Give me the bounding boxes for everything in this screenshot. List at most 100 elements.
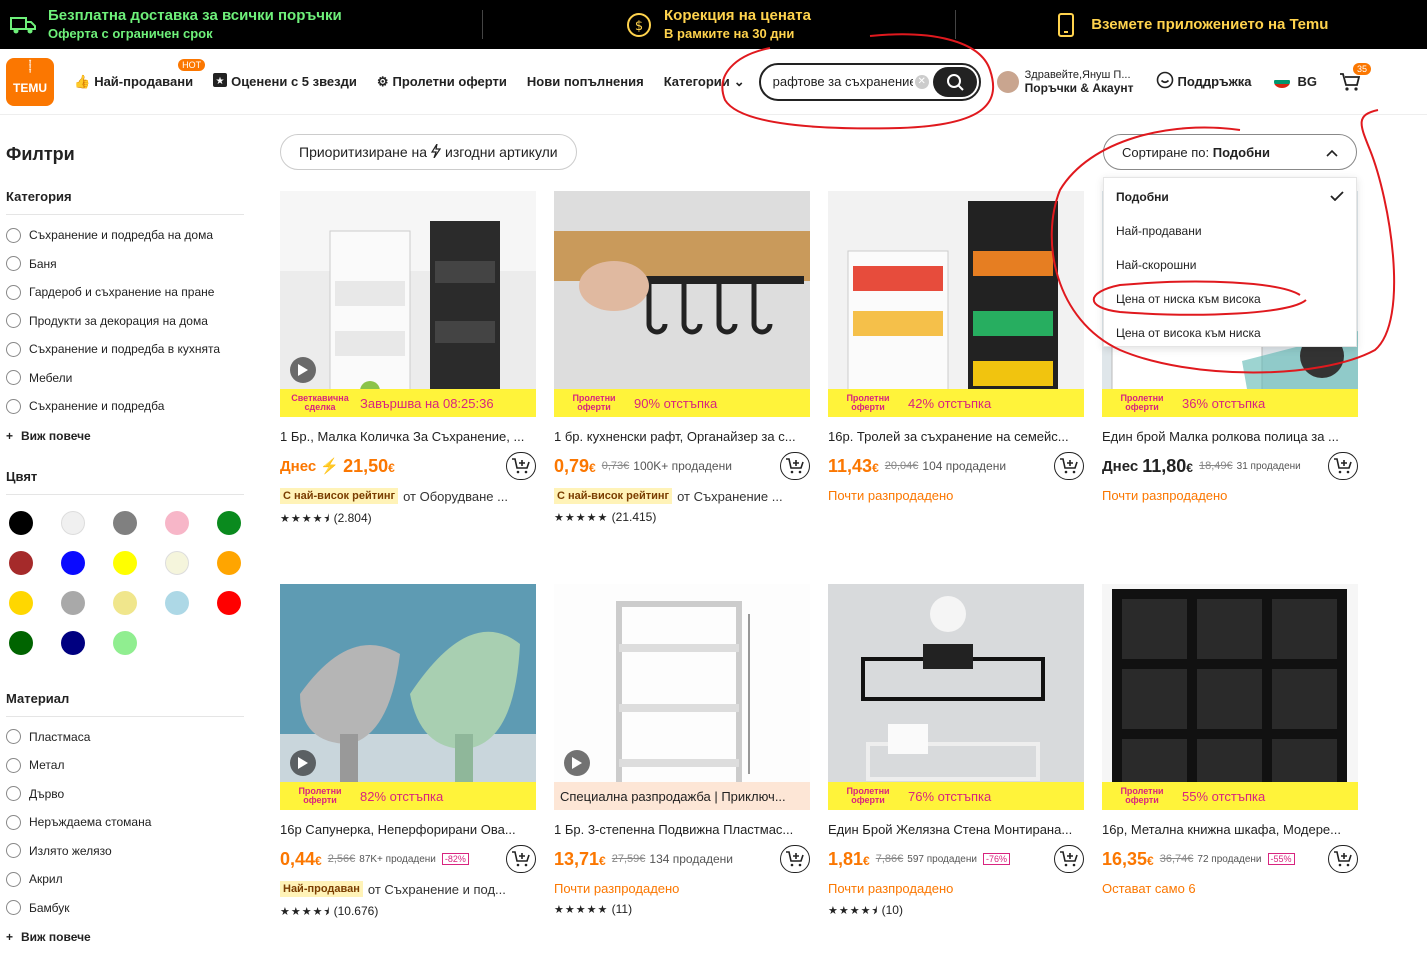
see-more-categories[interactable]: + Виж повече	[6, 421, 244, 451]
product-title[interactable]: 16р Сапунерка, Неперфорирани Ова...	[280, 822, 536, 837]
color-swatch[interactable]	[9, 590, 33, 615]
material-option[interactable]: Пластмаса	[6, 723, 244, 752]
category-option[interactable]: Съхранение и подредба	[6, 392, 244, 421]
radio-button[interactable]	[6, 370, 21, 386]
add-to-cart-button[interactable]	[1328, 452, 1358, 480]
product-card[interactable]: Пролетни оферти 55% отстъпка 16р, Метална …	[1102, 584, 1358, 896]
radio-button[interactable]	[6, 313, 21, 329]
color-swatch[interactable]	[61, 510, 85, 535]
add-to-cart-button[interactable]	[506, 452, 536, 480]
product-title[interactable]: 1 Бр., Малка Количка За Съхранение, ...	[280, 429, 536, 444]
color-swatch[interactable]	[165, 510, 189, 535]
nav-bestsellers[interactable]: 👍 Най-продавани HOT	[74, 58, 206, 90]
radio-button[interactable]	[6, 786, 21, 802]
nav-five-star[interactable]: ★ Оценени с 5 звезди	[213, 73, 357, 90]
search-button[interactable]	[932, 66, 977, 97]
category-option[interactable]: Съхранение и подредба на дома	[6, 221, 244, 250]
account-menu[interactable]: Здравейте,Януш П... Поръчки & Акаунт	[996, 69, 1134, 95]
see-more-materials[interactable]: + Виж повече	[6, 922, 244, 952]
free-shipping-banner[interactable]: Безплатна доставка за всички поръчки Офе…	[0, 0, 482, 49]
color-swatch[interactable]	[113, 510, 137, 535]
color-swatch[interactable]	[217, 590, 241, 615]
radio-button[interactable]	[6, 341, 21, 357]
product-card[interactable]: Светкавична сделка Завършва на 08:25:36 1 …	[280, 191, 536, 529]
color-swatch[interactable]	[113, 630, 137, 655]
play-video-icon[interactable]	[564, 750, 590, 776]
material-option[interactable]: Бамбук	[6, 894, 244, 923]
material-option[interactable]: Акрил	[6, 865, 244, 894]
product-image[interactable]: Пролетни оферти 90% отстъпка	[554, 191, 810, 417]
add-to-cart-button[interactable]	[1054, 845, 1084, 873]
product-card[interactable]: Пролетни оферти 82% отстъпка 16р Сапунерка…	[280, 584, 536, 922]
radio-button[interactable]	[6, 843, 21, 859]
category-option[interactable]: Продукти за декорация на дома	[6, 307, 244, 336]
add-to-cart-button[interactable]	[780, 845, 810, 873]
nav-categories[interactable]: Категории ⌄	[664, 74, 745, 90]
color-swatch[interactable]	[61, 590, 85, 615]
temu-logo[interactable]: ꙶꙶꙶ TEMU	[6, 57, 54, 106]
add-to-cart-button[interactable]	[1328, 845, 1358, 873]
radio-button[interactable]	[6, 398, 21, 414]
radio-button[interactable]	[6, 871, 21, 887]
prioritize-deals-button[interactable]: Приоритизиране на изгодни артикули	[280, 134, 577, 170]
seller-name[interactable]: от Съхранение ...	[677, 489, 783, 504]
search-input[interactable]	[772, 74, 913, 89]
product-card[interactable]: Пролетни оферти 76% отстъпка Един Брой Жел…	[828, 584, 1084, 921]
product-card[interactable]: Пролетни оферти 90% отстъпка 1 бр. кухненс…	[554, 191, 810, 524]
play-video-icon[interactable]	[290, 750, 316, 776]
category-option[interactable]: Мебели	[6, 364, 244, 393]
sort-option[interactable]: Цена от ниска към висока	[1104, 282, 1356, 316]
sort-option[interactable]: Най-продавани	[1104, 214, 1356, 248]
radio-button[interactable]	[6, 900, 21, 916]
color-swatch[interactable]	[61, 550, 85, 575]
color-swatch[interactable]	[9, 550, 33, 575]
price-adjust-banner[interactable]: $ Корекция на цената В рамките на 30 дни	[482, 0, 954, 49]
product-image[interactable]: Пролетни оферти 82% отстъпка	[280, 584, 536, 810]
color-swatch[interactable]	[61, 630, 85, 655]
seller-name[interactable]: от Оборудване ...	[403, 489, 508, 504]
product-card[interactable]: Специална разпродажба | Приключ... 1 Бр. …	[554, 584, 810, 916]
product-card[interactable]: Пролетни оферти 42% отстъпка 16р. Тролей з…	[828, 191, 1084, 503]
color-swatch[interactable]	[9, 630, 33, 655]
color-swatch[interactable]	[9, 510, 33, 535]
nav-spring-deals[interactable]: ⚙ Пролетни оферти	[377, 74, 507, 90]
color-swatch[interactable]	[217, 510, 241, 535]
color-swatch[interactable]	[165, 550, 189, 575]
radio-button[interactable]	[6, 284, 21, 300]
product-title[interactable]: 1 Бр. 3-степенна Подвижна Пластмас...	[554, 822, 810, 837]
product-image[interactable]: Пролетни оферти 42% отстъпка	[828, 191, 1084, 417]
add-to-cart-button[interactable]	[780, 452, 810, 480]
category-option[interactable]: Баня	[6, 250, 244, 279]
radio-button[interactable]	[6, 814, 21, 830]
sort-option[interactable]: Цена от висока към ниска	[1104, 316, 1356, 350]
add-to-cart-button[interactable]	[506, 845, 536, 873]
material-option[interactable]: Неръждаема стомана	[6, 808, 244, 837]
radio-button[interactable]	[6, 729, 21, 745]
radio-button[interactable]	[6, 227, 21, 243]
color-swatch[interactable]	[217, 550, 241, 575]
product-image[interactable]: Специална разпродажба | Приключ...	[554, 584, 810, 810]
get-app-banner[interactable]: Вземете приложението на Temu	[954, 0, 1427, 49]
radio-button[interactable]	[6, 757, 21, 773]
cart-button[interactable]: 35	[1339, 62, 1372, 92]
material-option[interactable]: Излято желязо	[6, 837, 244, 866]
support-link[interactable]: Поддръжка	[1156, 71, 1252, 92]
product-title[interactable]: 16р, Метална книжна шкафа, Модере...	[1102, 822, 1358, 837]
product-title[interactable]: Един брой Малка ролкова полица за ...	[1102, 429, 1358, 444]
product-image[interactable]: Светкавична сделка Завършва на 08:25:36	[280, 191, 536, 417]
material-option[interactable]: Дърво	[6, 780, 244, 809]
product-image[interactable]: Пролетни оферти 76% отстъпка	[828, 584, 1084, 810]
category-option[interactable]: Съхранение и подредба в кухнята	[6, 335, 244, 364]
nav-new-arrivals[interactable]: Нови попълнения	[527, 74, 644, 89]
category-option[interactable]: Гардероб и съхранение на пране	[6, 278, 244, 307]
material-option[interactable]: Метал	[6, 751, 244, 780]
clear-search-icon[interactable]: ✕	[914, 74, 929, 89]
product-title[interactable]: 16р. Тролей за съхранение на семейс...	[828, 429, 1084, 444]
add-to-cart-button[interactable]	[1054, 452, 1084, 480]
seller-name[interactable]: от Съхранение и под...	[368, 882, 506, 897]
product-title[interactable]: Един Брой Желязна Стена Монтирана...	[828, 822, 1084, 837]
color-swatch[interactable]	[113, 550, 137, 575]
color-swatch[interactable]	[165, 590, 189, 615]
sort-select[interactable]: Сортиране по: Подобни	[1103, 134, 1357, 170]
product-image[interactable]: Пролетни оферти 55% отстъпка	[1102, 584, 1358, 810]
